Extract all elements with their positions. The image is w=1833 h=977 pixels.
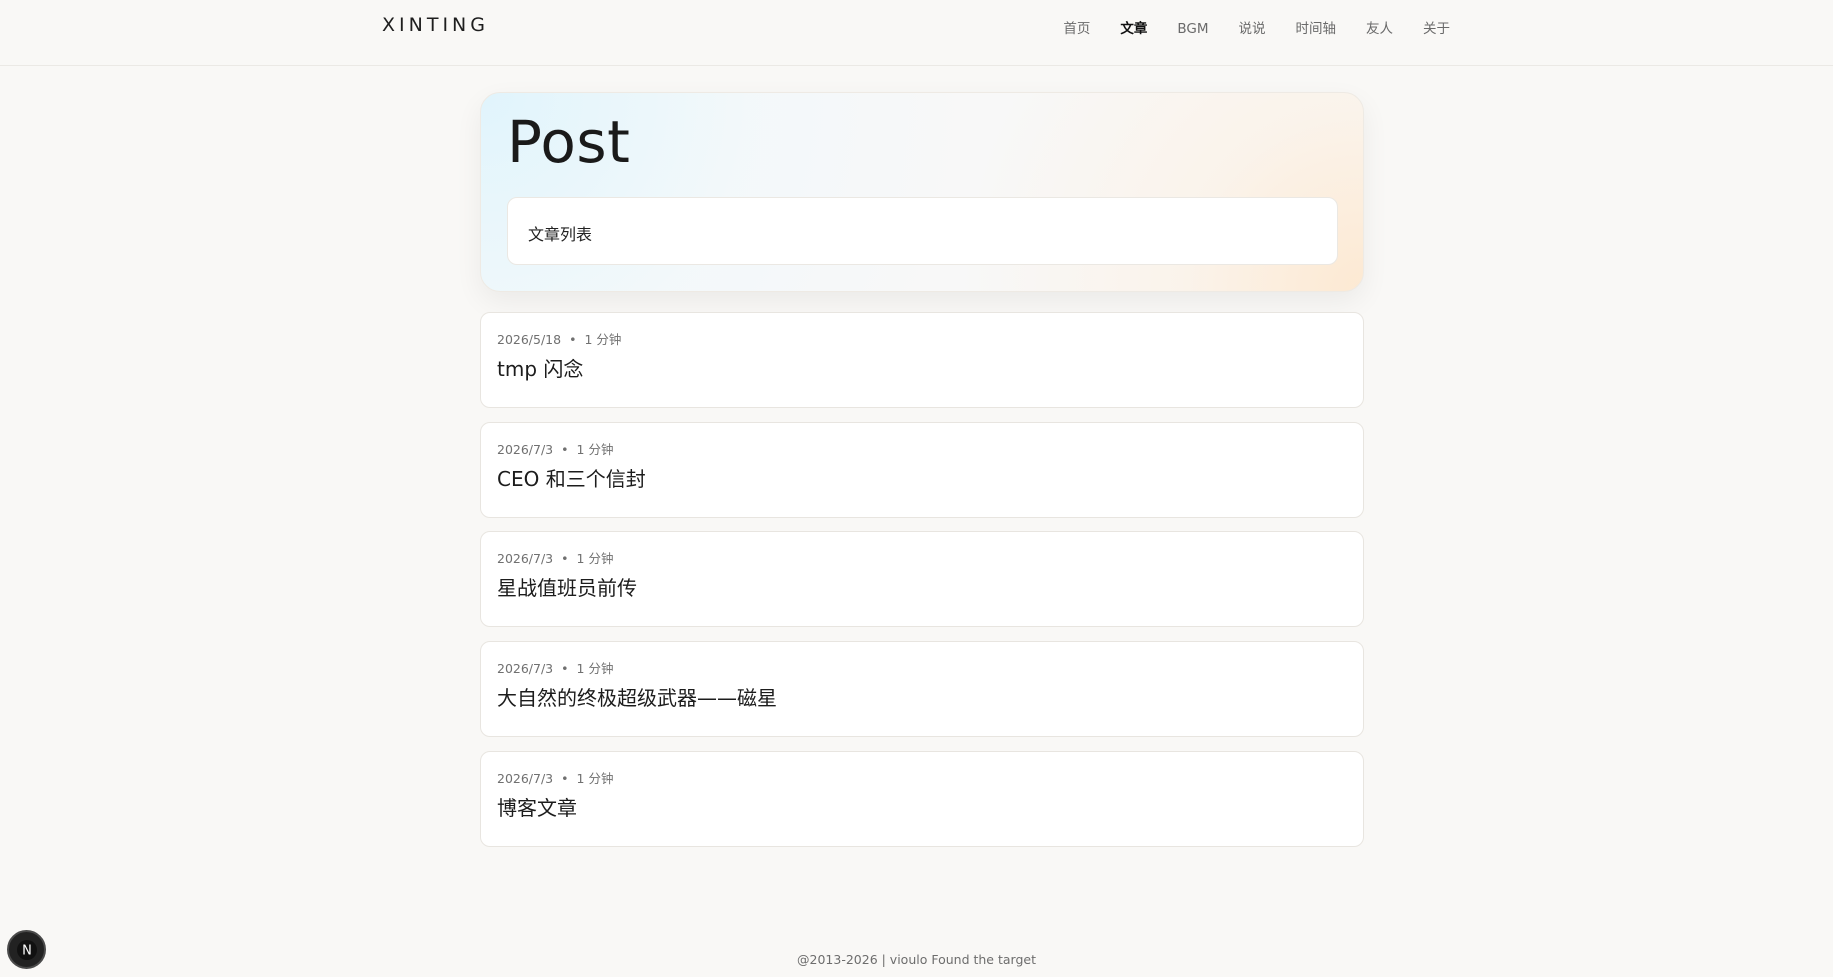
post-meta: 2026/7/3 • 1 分钟 bbox=[497, 442, 613, 458]
post-read-time: 1 分钟 bbox=[576, 661, 614, 676]
post-read-time: 1 分钟 bbox=[584, 332, 622, 347]
meta-separator: • bbox=[561, 551, 569, 566]
post-title[interactable]: CEO 和三个信封 bbox=[497, 465, 646, 493]
post-read-time: 1 分钟 bbox=[576, 442, 614, 457]
page-title: Post bbox=[507, 108, 631, 176]
fab-glyph: N bbox=[22, 943, 32, 958]
post-read-time: 1 分钟 bbox=[576, 551, 614, 566]
page-subtitle: 文章列表 bbox=[528, 225, 593, 244]
nav-item-about[interactable]: 关于 bbox=[1423, 19, 1450, 39]
nav-item-home[interactable]: 首页 bbox=[1063, 19, 1090, 39]
post-card[interactable]: 2026/7/3 • 1 分钟 星战值班员前传 bbox=[480, 531, 1364, 627]
post-title[interactable]: 星战值班员前传 bbox=[497, 574, 637, 602]
post-date: 2026/7/3 bbox=[497, 442, 554, 457]
post-title[interactable]: 博客文章 bbox=[497, 794, 577, 822]
post-card[interactable]: 2026/7/3 • 1 分钟 CEO 和三个信封 bbox=[480, 422, 1364, 518]
nav-item-talks[interactable]: 说说 bbox=[1239, 19, 1266, 39]
post-date: 2026/7/3 bbox=[497, 771, 554, 786]
post-meta: 2026/5/18 • 1 分钟 bbox=[497, 332, 621, 348]
meta-separator: • bbox=[569, 332, 577, 347]
post-date: 2026/5/18 bbox=[497, 332, 562, 347]
nav-item-friends[interactable]: 友人 bbox=[1366, 19, 1393, 39]
meta-separator: • bbox=[561, 442, 569, 457]
post-card[interactable]: 2026/5/18 • 1 分钟 tmp 闪念 bbox=[480, 312, 1364, 408]
page-subtitle-box: 文章列表 bbox=[507, 197, 1338, 265]
main-nav: 首页 文章 BGM 说说 时间轴 友人 关于 bbox=[1033, 19, 1450, 39]
post-meta: 2026/7/3 • 1 分钟 bbox=[497, 551, 613, 567]
next-devtools-button[interactable]: N bbox=[7, 930, 46, 969]
meta-separator: • bbox=[561, 771, 569, 786]
post-card[interactable]: 2026/7/3 • 1 分钟 大自然的终极超级武器——磁星 bbox=[480, 641, 1364, 737]
post-title[interactable]: 大自然的终极超级武器——磁星 bbox=[497, 684, 777, 712]
top-navigation-bar: XINTING 首页 文章 BGM 说说 时间轴 友人 关于 bbox=[0, 0, 1833, 66]
post-card[interactable]: 2026/7/3 • 1 分钟 博客文章 bbox=[480, 751, 1364, 847]
next-n-icon: N bbox=[16, 939, 37, 960]
post-date: 2026/7/3 bbox=[497, 551, 554, 566]
post-meta: 2026/7/3 • 1 分钟 bbox=[497, 661, 613, 677]
post-meta: 2026/7/3 • 1 分钟 bbox=[497, 771, 613, 787]
site-logo-text[interactable]: XINTING bbox=[382, 14, 489, 36]
nav-item-timeline[interactable]: 时间轴 bbox=[1296, 19, 1337, 39]
meta-separator: • bbox=[561, 661, 569, 676]
post-title[interactable]: tmp 闪念 bbox=[497, 355, 583, 383]
page-hero-card: Post 文章列表 bbox=[480, 92, 1364, 292]
post-date: 2026/7/3 bbox=[497, 661, 554, 676]
nav-item-posts[interactable]: 文章 bbox=[1120, 19, 1147, 39]
post-read-time: 1 分钟 bbox=[576, 771, 614, 786]
page-footer: @2013-2026 | vioulo Found the target bbox=[797, 952, 1036, 967]
nav-item-bgm[interactable]: BGM bbox=[1177, 19, 1208, 39]
